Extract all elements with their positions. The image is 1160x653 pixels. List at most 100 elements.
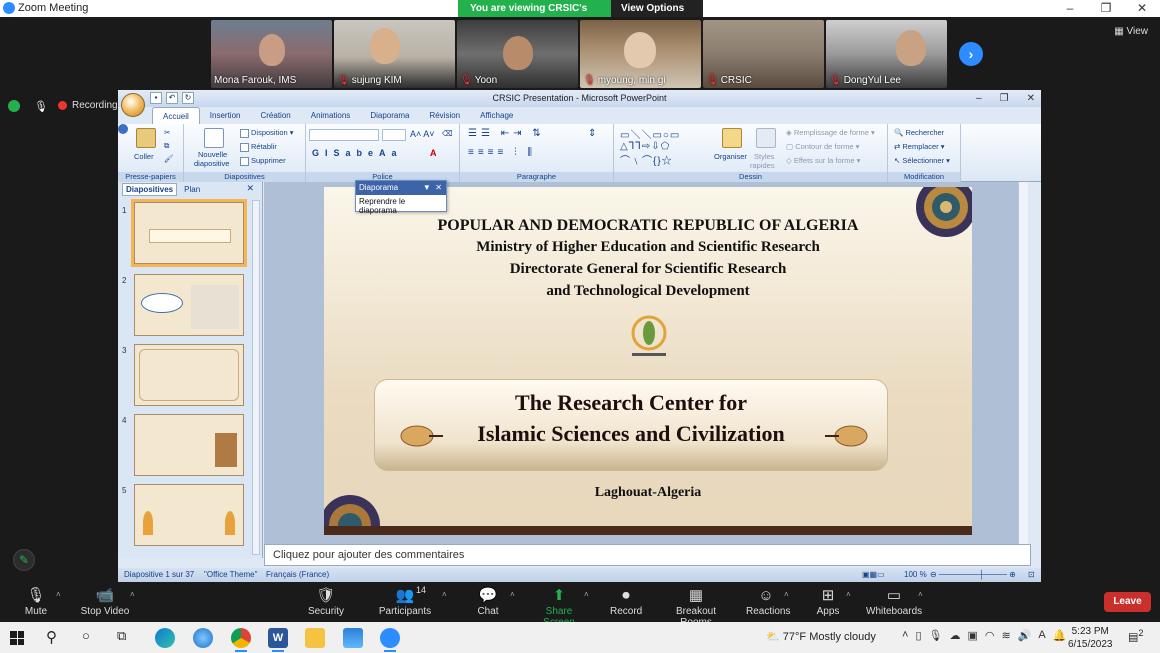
maximize-icon[interactable]: ❐ [1088, 0, 1124, 17]
view-buttons-icon[interactable]: ▣▦▭ [862, 568, 885, 582]
select-button[interactable]: ↖ Sélectionner ▾ [894, 156, 950, 165]
tab-creation[interactable]: Création [250, 107, 300, 124]
slide-thumbnail[interactable] [134, 274, 244, 336]
slide-thumbnail[interactable] [134, 344, 244, 406]
layout-button[interactable]: Disposition ▾ [240, 128, 294, 138]
paste-icon[interactable] [136, 128, 156, 148]
copy-icon[interactable]: ⧉ [164, 141, 169, 151]
shape-outline-button[interactable]: ▢ Contour de forme ▾ [786, 142, 859, 151]
close-icon[interactable]: ✕ [1124, 0, 1160, 17]
participant-video[interactable]: 🎙 DongYul Lee [826, 20, 947, 88]
grow-font-icon[interactable]: A˄ A˅ [410, 129, 435, 139]
cut-icon[interactable]: ✂ [164, 128, 170, 137]
resume-slideshow-button[interactable]: Reprendre le diaporama [356, 195, 446, 217]
redo-icon[interactable]: ↻ [182, 92, 194, 104]
zoom-level[interactable]: 100 % [904, 568, 927, 582]
font-style-buttons[interactable]: GISabeAa [312, 148, 403, 158]
undo-icon[interactable]: ↶ [166, 92, 178, 104]
format-painter-icon[interactable]: 🖌 [164, 154, 174, 163]
speaker-icon[interactable]: 🔊 [1018, 629, 1032, 642]
quick-styles-button[interactable]: Styles [754, 152, 774, 161]
new-slide-icon[interactable] [204, 128, 224, 148]
close-icon[interactable]: ✕ [1027, 90, 1035, 107]
chat-button[interactable]: 💬 Chat [476, 586, 500, 617]
word-icon[interactable]: W [268, 628, 288, 648]
dropdown-icon[interactable]: ▼ [423, 183, 431, 192]
annotate-pen-icon[interactable]: ✎ [13, 549, 35, 571]
tab-diaporama[interactable]: Diaporama [360, 107, 419, 124]
close-panel-icon[interactable]: ✕ [246, 183, 254, 194]
participant-video[interactable]: 🎙 Yoon [457, 20, 578, 88]
fit-window-icon[interactable]: ⊡ [1028, 568, 1035, 582]
action-center-icon[interactable]: ▤2 [1128, 628, 1148, 648]
participant-video[interactable]: 🎙 CRSIC [703, 20, 824, 88]
panel-scrollbar[interactable] [252, 200, 260, 555]
shapes-gallery[interactable]: ▭＼＼▭○▭ △⅂⅂⇨⇩⬠ ⌒﹨⌒{}☆ [620, 126, 680, 167]
record-button[interactable]: ⏺ Record [610, 586, 642, 617]
arrange-button[interactable]: Organiser [714, 152, 747, 161]
participant-video[interactable]: 🎙 myoung, min gi [580, 20, 701, 88]
minimize-icon[interactable]: – [976, 90, 982, 107]
participant-video[interactable]: Mona Farouk, IMS [211, 20, 332, 88]
chevron-up-icon[interactable]: ˄ [510, 590, 515, 599]
replace-button[interactable]: ⇄ Remplacer ▾ [894, 142, 945, 151]
new-slide-button-line2[interactable]: diapositive [194, 159, 229, 168]
reset-button[interactable]: Rétablir [240, 142, 277, 152]
slide-thumbnail[interactable] [134, 484, 244, 546]
stop-video-button[interactable]: 📹 Stop Video [80, 586, 130, 617]
leave-button[interactable]: Leave [1104, 592, 1151, 612]
text-direction-icon[interactable]: ⇕ [588, 128, 596, 139]
quick-styles-icon[interactable] [756, 128, 776, 148]
apps-button[interactable]: ⊞ Apps [814, 586, 842, 617]
weather-widget[interactable]: ⛅ 77°F Mostly cloudy [766, 630, 876, 643]
office-button-icon[interactable] [121, 93, 145, 117]
chevron-up-icon[interactable]: ˄ [918, 590, 923, 599]
onedrive-icon[interactable]: ☁ [949, 629, 960, 642]
tab-insertion[interactable]: Insertion [200, 107, 251, 124]
tab-plan[interactable]: Plan [181, 184, 203, 195]
paste-button[interactable]: Coller [134, 152, 154, 161]
notifications-bell-icon[interactable]: 🔔 [1053, 629, 1067, 642]
search-icon[interactable]: ⚲ [46, 628, 66, 648]
chevron-up-icon[interactable]: ˄ [130, 590, 135, 599]
photos-icon[interactable] [343, 628, 363, 648]
alignment-buttons[interactable]: ≡≡≡≡ ⫶ ⫼ [468, 147, 536, 158]
quick-styles-button-line2[interactable]: rapides [750, 161, 775, 170]
zoom-slider[interactable]: ⊖ ───────┼──── ⊕ [930, 568, 1016, 582]
tab-accueil[interactable]: Accueil [152, 107, 200, 124]
chevron-up-icon[interactable]: ˄ [784, 590, 789, 599]
font-color-icon[interactable]: A [430, 148, 437, 158]
font-size-select[interactable] [382, 129, 406, 141]
cortana-icon[interactable]: ○ [82, 628, 102, 648]
save-icon[interactable]: ▪ [150, 92, 162, 104]
shield-icon[interactable] [8, 100, 20, 112]
whiteboards-button[interactable]: ▭ Whiteboards [866, 586, 922, 617]
file-explorer-icon[interactable] [305, 628, 325, 648]
mute-button[interactable]: 🎙 Mute [22, 586, 50, 617]
shape-fill-button[interactable]: ◈ Remplissage de forme ▾ [786, 128, 875, 137]
tab-revision[interactable]: Révision [419, 107, 470, 124]
close-icon[interactable]: ✕ [435, 183, 442, 192]
tab-animations[interactable]: Animations [301, 107, 361, 124]
arrange-icon[interactable] [722, 128, 742, 148]
clear-format-icon[interactable]: ⌫ [442, 129, 453, 138]
camera-icon[interactable]: ▣ [967, 629, 977, 642]
language[interactable]: Français (France) [266, 568, 329, 582]
shape-effects-button[interactable]: ◇ Effets sur la forme ▾ [786, 156, 860, 165]
participants-button[interactable]: 👥 Participants 14 [378, 585, 432, 617]
minimize-icon[interactable]: – [1052, 0, 1088, 17]
reactions-button[interactable]: ☺ Reactions [746, 586, 790, 617]
find-button[interactable]: 🔍 Rechercher [894, 128, 944, 137]
view-button[interactable]: ▦ View [1114, 26, 1148, 37]
chevron-up-icon[interactable]: ˄ [56, 590, 61, 599]
chevron-up-icon[interactable]: ˄ [846, 590, 851, 599]
edge-icon[interactable] [155, 628, 175, 648]
windows-start-icon[interactable] [10, 631, 24, 645]
tab-diapositives[interactable]: Diapositives [122, 183, 178, 196]
new-slide-button[interactable]: Nouvelle [198, 150, 227, 159]
input-language-icon[interactable]: A [1038, 629, 1045, 642]
list-buttons[interactable]: ☰☰ ⇤⇥ ⇅ [468, 128, 545, 139]
participant-video[interactable]: 🎙 sujung KIM [334, 20, 455, 88]
chevron-up-icon[interactable]: ˄ [584, 590, 589, 599]
next-page-icon[interactable]: › [959, 42, 983, 66]
